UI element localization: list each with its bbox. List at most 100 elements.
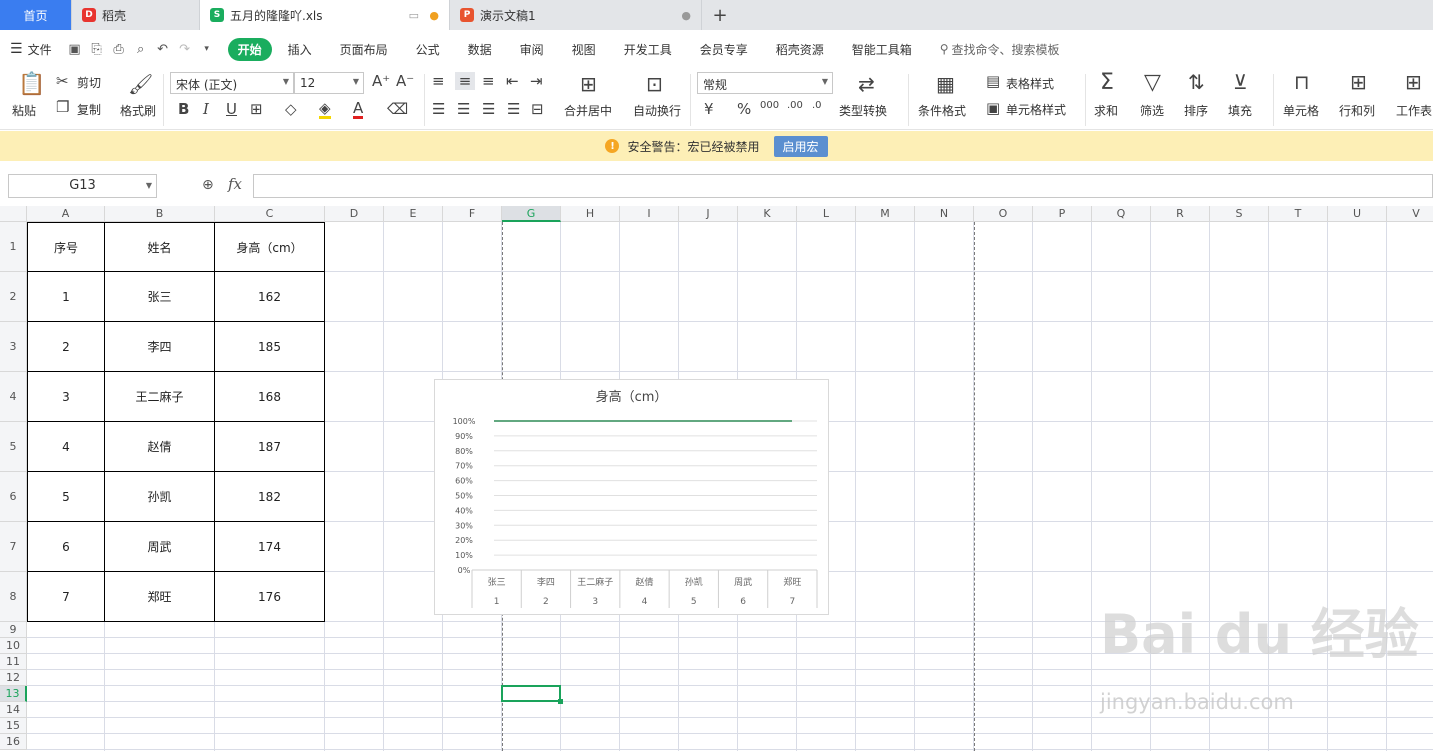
fill-handle[interactable] [558, 699, 563, 704]
menu-item-10[interactable]: 智能工具箱 [852, 41, 912, 58]
column-header-B[interactable]: B [105, 206, 215, 222]
column-header-J[interactable]: J [679, 206, 738, 222]
align-top-icon[interactable]: ≡ [432, 72, 445, 90]
row-col-icon[interactable]: ⊞ [1350, 70, 1367, 94]
font-color-icon[interactable]: A [353, 100, 364, 119]
filter-icon[interactable]: ▽ [1144, 70, 1161, 95]
cell-button[interactable]: 单元格 [1283, 102, 1319, 119]
merge-center-icon[interactable]: ⊞ [580, 72, 597, 96]
table-cell[interactable]: 周武 [105, 522, 215, 572]
menu-item-9[interactable]: 稻壳资源 [776, 41, 824, 58]
row-header-11[interactable]: 11 [0, 654, 27, 670]
table-cell[interactable]: 4 [27, 422, 105, 472]
align-center-icon[interactable]: ☰ [457, 100, 470, 118]
underline-icon[interactable]: U [226, 100, 237, 118]
column-header-H[interactable]: H [561, 206, 620, 222]
menu-item-6[interactable]: 视图 [572, 41, 596, 58]
row-col-button[interactable]: 行和列 [1339, 102, 1375, 119]
format-painter-button[interactable]: 格式刷 [120, 102, 156, 119]
outdent-icon[interactable]: ⇤ [506, 72, 519, 90]
tab-daoke[interactable]: D 稻壳 [72, 0, 200, 30]
column-header-A[interactable]: A [27, 206, 105, 222]
more-icon[interactable]: ▾ [196, 44, 218, 54]
table-cell[interactable]: 168 [215, 372, 325, 422]
cut-button[interactable]: 剪切 [77, 74, 101, 91]
table-cell[interactable]: 郑旺 [105, 572, 215, 622]
table-cell[interactable]: 5 [27, 472, 105, 522]
formula-input[interactable] [253, 174, 1433, 198]
print-icon[interactable]: ⎙ [108, 42, 130, 57]
table-cell[interactable]: 187 [215, 422, 325, 472]
column-header-K[interactable]: K [738, 206, 797, 222]
fx-icon[interactable]: fx [228, 175, 242, 193]
italic-icon[interactable]: I [203, 100, 209, 118]
thousands-icon[interactable]: 000 [760, 100, 779, 111]
column-header-T[interactable]: T [1269, 206, 1328, 222]
shape-icon[interactable]: ◇ [285, 100, 297, 118]
table-cell[interactable]: 1 [27, 272, 105, 322]
table-header-cell[interactable]: 身高（cm） [215, 222, 325, 272]
table-cell[interactable]: 7 [27, 572, 105, 622]
table-cell[interactable]: 176 [215, 572, 325, 622]
filter-button[interactable]: 筛选 [1140, 102, 1164, 119]
selected-cell[interactable] [501, 685, 561, 702]
distribute-icon[interactable]: ⊟ [531, 100, 544, 118]
row-header-5[interactable]: 5 [0, 422, 27, 472]
decrease-font-icon[interactable]: A⁻ [396, 72, 414, 90]
column-header-V[interactable]: V [1387, 206, 1433, 222]
scissors-icon[interactable]: ✂ [56, 72, 69, 90]
align-middle-icon[interactable]: ≡ [455, 72, 475, 90]
column-header-P[interactable]: P [1033, 206, 1092, 222]
print-preview-icon[interactable]: ⌕ [130, 42, 152, 57]
row-header-4[interactable]: 4 [0, 372, 27, 422]
menu-item-5[interactable]: 审阅 [520, 41, 544, 58]
table-cell[interactable]: 162 [215, 272, 325, 322]
sum-button[interactable]: 求和 [1094, 102, 1118, 119]
paste-button[interactable]: 粘贴 [12, 102, 36, 119]
menu-item-1[interactable]: 插入 [288, 41, 312, 58]
column-header-U[interactable]: U [1328, 206, 1387, 222]
fill-icon[interactable]: ⊻ [1233, 70, 1248, 94]
table-style-icon[interactable]: ▤ [986, 72, 1000, 90]
merge-center-button[interactable]: 合并居中 [564, 102, 612, 119]
chart[interactable]: 身高（cm） 0% 10% 20% 30% 40% 50% 60% 70% 80% 90% 100% 张… [434, 379, 829, 615]
table-cell[interactable]: 3 [27, 372, 105, 422]
tab-spreadsheet[interactable]: S 五月的隆隆吖.xls ▭ ● [200, 0, 450, 30]
monitor-icon[interactable]: ▭ [409, 9, 419, 22]
redo-icon[interactable]: ↷ [174, 42, 196, 57]
worksheet-icon[interactable]: ⊞ [1405, 70, 1422, 94]
undo-icon[interactable]: ↶ [152, 42, 174, 57]
column-header-E[interactable]: E [384, 206, 443, 222]
row-header-6[interactable]: 6 [0, 472, 27, 522]
percent-icon[interactable]: % [737, 100, 751, 118]
border-icon[interactable]: ⊞ [250, 100, 263, 118]
decrease-decimal-icon[interactable]: .0 [812, 100, 822, 111]
table-style-button[interactable]: 表格样式 [1006, 75, 1054, 92]
menu-item-8[interactable]: 会员专享 [700, 41, 748, 58]
table-cell[interactable]: 182 [215, 472, 325, 522]
wrap-text-button[interactable]: 自动换行 [633, 102, 681, 119]
row-header-12[interactable]: 12 [0, 670, 27, 686]
column-header-O[interactable]: O [974, 206, 1033, 222]
column-header-G[interactable]: G [502, 206, 561, 222]
table-cell[interactable]: 李四 [105, 322, 215, 372]
tab-home[interactable]: 首页 [0, 0, 72, 30]
menu-item-4[interactable]: 数据 [468, 41, 492, 58]
align-right-icon[interactable]: ☰ [482, 100, 495, 118]
row-header-14[interactable]: 14 [0, 702, 27, 718]
tab-presentation[interactable]: P 演示文稿1 ● [450, 0, 702, 30]
column-header-Q[interactable]: Q [1092, 206, 1151, 222]
sort-icon[interactable]: ⇅ [1188, 70, 1205, 94]
enable-macro-button[interactable]: 启用宏 [773, 135, 828, 157]
eraser-icon[interactable]: ⌫ [387, 100, 408, 118]
close-dot-icon[interactable]: ● [681, 9, 691, 22]
font-size-select[interactable]: 12 ▼ [294, 72, 364, 94]
table-cell[interactable]: 174 [215, 522, 325, 572]
menu-item-7[interactable]: 开发工具 [624, 41, 672, 58]
row-header-2[interactable]: 2 [0, 272, 27, 322]
row-header-8[interactable]: 8 [0, 572, 27, 622]
save-icon[interactable]: ▣ [64, 42, 86, 57]
wrap-text-icon[interactable]: ⊡ [646, 72, 663, 96]
cell-icon[interactable]: ⊓ [1294, 70, 1310, 94]
table-header-cell[interactable]: 姓名 [105, 222, 215, 272]
